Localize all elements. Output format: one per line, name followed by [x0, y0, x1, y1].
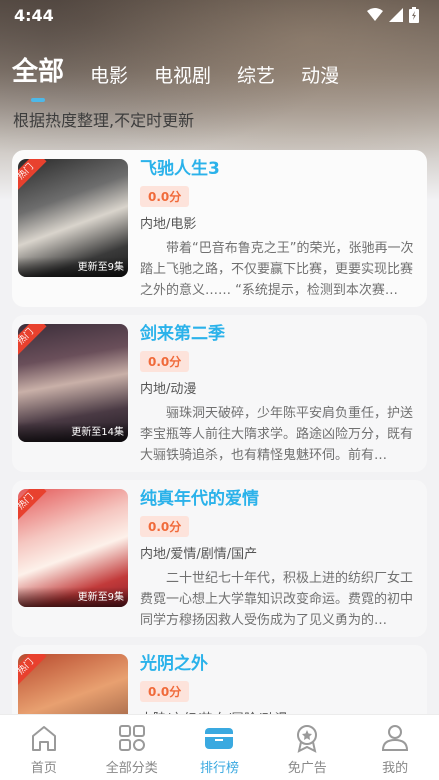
nav-profile[interactable]: 我的 — [351, 715, 439, 780]
item-title[interactable]: 剑来第二季 — [140, 323, 416, 345]
nav-all-categories[interactable]: 全部分类 — [88, 715, 176, 780]
list-item[interactable]: 热门 更新至14集 剑来第二季 0.0分 内地/动漫 骊珠洞天破碎，少年陈平安肩… — [12, 315, 427, 472]
update-status: 更新至14集 — [18, 422, 128, 442]
item-title[interactable]: 纯真年代的爱情 — [140, 488, 416, 510]
poster-image[interactable]: 热门 更新至9集 — [18, 159, 128, 277]
status-icons — [367, 7, 419, 23]
item-title[interactable]: 飞驰人生3 — [140, 158, 416, 180]
battery-icon — [409, 7, 419, 23]
item-description: 二十世纪七十年代，积极上进的纺织厂女工费霓一心想上大学靠知识改变命运。费霓的初中… — [140, 571, 414, 628]
item-meta: 内地/动漫 — [140, 382, 197, 397]
item-description: 带着“巴音布鲁克之王”的荣光，张驰再一次踏上飞驰之路，不仅要赢下比赛，更要实现比… — [140, 241, 414, 298]
tab-label: 全部 — [12, 57, 65, 87]
item-description: 骊珠洞天破碎，少年陈平安肩负重任，护送李宝瓶等人前往大隋求学。路途凶险万分，既有… — [140, 406, 414, 463]
signal-icon — [389, 8, 403, 22]
nav-label: 首页 — [30, 761, 57, 776]
update-status: 更新至9集 — [18, 587, 128, 607]
nav-home[interactable]: 首页 — [0, 715, 88, 780]
score-badge: 0.0分 — [140, 516, 190, 537]
nav-label: 全部分类 — [105, 761, 158, 776]
update-status: 更新至9集 — [18, 257, 128, 277]
status-time: 4:44 — [14, 5, 54, 25]
ranking-list: 热门 更新至9集 飞驰人生3 0.0分 内地/电影 带着“巴音布鲁克之王”的荣光… — [12, 150, 427, 780]
bottom-navigation: 首页 全部分类 排行榜 免广告 我的 — [0, 714, 439, 780]
item-title[interactable]: 光阴之外 — [140, 653, 416, 675]
nav-ad-free[interactable]: 免广告 — [263, 715, 351, 780]
tab-label: 电视剧 — [154, 65, 212, 87]
list-item[interactable]: 热门 更新至9集 纯真年代的爱情 0.0分 内地/爱情/剧情/国产 二十世纪七十… — [12, 480, 427, 637]
ranking-icon — [205, 728, 234, 749]
poster-image[interactable]: 热门 更新至9集 — [18, 489, 128, 607]
tab-movie[interactable]: 电影 — [90, 61, 128, 102]
category-icon — [118, 725, 145, 751]
score-badge: 0.0分 — [140, 186, 190, 207]
score-badge: 0.0分 — [140, 351, 190, 372]
item-meta: 内地/电影 — [140, 217, 197, 232]
tab-all[interactable]: 全部 — [12, 51, 64, 102]
nav-label: 免广告 — [287, 761, 327, 776]
tab-label: 动漫 — [301, 65, 340, 87]
tab-variety[interactable]: 综艺 — [237, 61, 275, 102]
profile-icon — [382, 725, 409, 751]
tab-anime[interactable]: 动漫 — [301, 61, 339, 102]
tab-label: 综艺 — [237, 65, 276, 87]
wifi-icon — [367, 8, 383, 21]
nav-label: 我的 — [382, 761, 409, 776]
status-bar: 4:44 — [0, 0, 439, 30]
ranking-subtitle: 根据热度整理,不定时更新 — [13, 111, 195, 130]
score-badge: 0.0分 — [140, 681, 190, 702]
poster-image[interactable]: 热门 更新至14集 — [18, 324, 128, 442]
tab-tv-series[interactable]: 电视剧 — [154, 61, 211, 102]
category-tabs: 全部 电影 电视剧 综艺 动漫 — [12, 52, 365, 102]
nav-ranking[interactable]: 排行榜 — [176, 715, 264, 780]
item-meta: 内地/爱情/剧情/国产 — [140, 547, 258, 562]
home-icon — [31, 726, 56, 751]
tab-label: 电影 — [90, 65, 129, 87]
ad-free-icon — [297, 725, 318, 753]
list-item[interactable]: 热门 更新至9集 飞驰人生3 0.0分 内地/电影 带着“巴音布鲁克之王”的荣光… — [12, 150, 427, 307]
tab-indicator — [31, 98, 45, 102]
nav-label: 排行榜 — [199, 761, 239, 776]
